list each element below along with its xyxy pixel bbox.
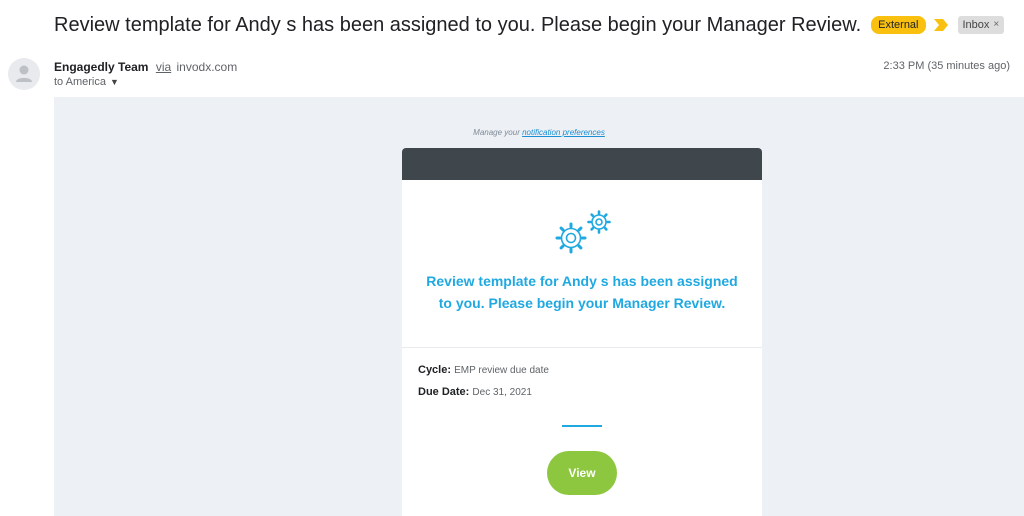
inbox-label[interactable]: Inbox × xyxy=(957,16,1005,34)
notification-card: Review template for Andy s has been assi… xyxy=(402,148,762,516)
inbox-label-text: Inbox xyxy=(962,19,990,31)
view-button[interactable]: View xyxy=(547,451,617,495)
cycle-value: EMP review due date xyxy=(454,365,549,376)
cycle-row: Cycle: EMP review due date xyxy=(418,364,549,376)
email-timestamp: 2:33 PM (35 minutes ago) xyxy=(883,60,1010,72)
manage-preferences-line: Manage your notification preferences xyxy=(54,128,1024,137)
accent-line xyxy=(562,425,602,427)
email-subject: Review template for Andy s has been assi… xyxy=(54,13,862,36)
email-body: Manage your notification preferences Rev… xyxy=(54,97,1024,516)
subject-row: Review template for Andy s has been assi… xyxy=(54,12,1005,38)
gears-icon xyxy=(555,210,611,254)
card-divider xyxy=(402,347,762,348)
card-header xyxy=(402,148,762,180)
due-date-row: Due Date: Dec 31, 2021 xyxy=(418,386,532,398)
sender-line: Engagedly Team via invodx.com xyxy=(54,60,237,74)
due-date-value: Dec 31, 2021 xyxy=(472,387,532,398)
sender-domain: invodx.com xyxy=(176,60,238,74)
card-title: Review template for Andy s has been assi… xyxy=(426,273,738,311)
sender-avatar[interactable] xyxy=(8,58,40,90)
due-date-label: Due Date: xyxy=(418,386,470,398)
recipient-details-chevron-down-icon[interactable]: ▼ xyxy=(110,77,119,87)
manage-prefix: Manage your xyxy=(473,128,520,137)
remove-label-button[interactable]: × xyxy=(993,18,999,32)
notification-preferences-link[interactable]: notification preferences xyxy=(522,128,605,137)
person-icon xyxy=(16,65,32,82)
recipient-text: to America xyxy=(54,76,106,88)
recipient-line[interactable]: to America ▼ xyxy=(54,76,119,88)
external-label[interactable]: External xyxy=(871,16,926,34)
cycle-label: Cycle: xyxy=(418,364,452,376)
importance-marker-icon[interactable] xyxy=(933,19,948,31)
sender-name[interactable]: Engagedly Team xyxy=(54,60,148,74)
via-link[interactable]: via xyxy=(156,60,171,74)
